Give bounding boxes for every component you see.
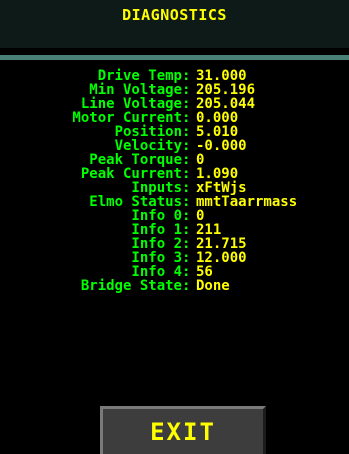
diag-label: Elmo Status xyxy=(89,194,182,210)
exit-button[interactable]: EXIT xyxy=(100,406,266,454)
diag-row-inputs: Inputs : xFtWjs xyxy=(0,181,349,195)
diag-label: Drive Temp xyxy=(97,68,182,84)
diag-label: Info 1 xyxy=(131,222,182,238)
diag-separator: : xyxy=(182,250,191,266)
diag-value: 0.000 xyxy=(196,110,239,126)
diag-row-info-0: Info 0 : 0 xyxy=(0,209,349,223)
diag-value: 0 xyxy=(196,152,205,168)
diag-value: 21.715 xyxy=(196,236,247,252)
diag-row-elmo-status: Elmo Status : mmtTaarrmass xyxy=(0,195,349,209)
diag-row-peak-torque: Peak Torque : 0 xyxy=(0,153,349,167)
diag-separator: : xyxy=(182,68,191,84)
diag-value: 0 xyxy=(196,208,205,224)
diag-row-peak-current: Peak Current : 1.090 xyxy=(0,167,349,181)
diag-separator: : xyxy=(182,222,191,238)
diag-value: Done xyxy=(196,278,230,294)
diag-separator: : xyxy=(182,194,191,210)
diag-value: 12.000 xyxy=(196,250,247,266)
diag-label: Min Voltage xyxy=(89,82,182,98)
diag-value: 56 xyxy=(196,264,213,280)
diag-label: Inputs xyxy=(131,180,182,196)
diag-label: Info 4 xyxy=(131,264,182,280)
diag-row-drive-temp: Drive Temp : 31.000 xyxy=(0,69,349,83)
diag-value: 205.196 xyxy=(196,82,256,98)
diag-separator: : xyxy=(182,278,191,294)
diag-value: mmtTaarrmass xyxy=(196,194,298,210)
diag-separator: : xyxy=(182,124,191,140)
page-title: DIAGNOSTICS xyxy=(122,6,227,24)
diag-separator: : xyxy=(182,96,191,112)
diag-row-position: Position : 5.010 xyxy=(0,125,349,139)
diag-label: Info 2 xyxy=(131,236,182,252)
diag-value: 5.010 xyxy=(196,124,239,140)
diag-row-info-3: Info 3 : 12.000 xyxy=(0,251,349,265)
diag-separator: : xyxy=(182,180,191,196)
diag-row-bridge-state: Bridge State : Done xyxy=(0,279,349,293)
diag-label: Motor Current xyxy=(72,110,182,126)
diag-row-info-1: Info 1 : 211 xyxy=(0,223,349,237)
diag-separator: : xyxy=(182,152,191,168)
diag-label: Info 3 xyxy=(131,250,182,266)
diagnostics-list: Drive Temp : 31.000 Min Voltage : 205.19… xyxy=(0,69,349,293)
diag-row-line-voltage: Line Voltage : 205.044 xyxy=(0,97,349,111)
diag-label: Line Voltage xyxy=(80,96,182,112)
diag-value: 205.044 xyxy=(196,96,256,112)
diag-separator: : xyxy=(182,138,191,154)
diag-separator: : xyxy=(182,208,191,224)
diag-separator: : xyxy=(182,166,191,182)
diag-separator: : xyxy=(182,82,191,98)
diag-row-min-voltage: Min Voltage : 205.196 xyxy=(0,83,349,97)
diag-row-info-2: Info 2 : 21.715 xyxy=(0,237,349,251)
diag-label: Info 0 xyxy=(131,208,182,224)
diag-value: 31.000 xyxy=(196,68,247,84)
diag-value: 1.090 xyxy=(196,166,239,182)
diag-separator: : xyxy=(182,236,191,252)
diag-row-motor-current: Motor Current : 0.000 xyxy=(0,111,349,125)
diag-value: -0.000 xyxy=(196,138,247,154)
diag-label: Velocity xyxy=(114,138,182,154)
diag-label: Position xyxy=(114,124,182,140)
diag-separator: : xyxy=(182,264,191,280)
diag-label: Bridge State xyxy=(80,278,182,294)
diag-value: xFtWjs xyxy=(196,180,247,196)
header-divider xyxy=(0,55,349,60)
diag-label: Peak Torque xyxy=(89,152,182,168)
diag-value: 211 xyxy=(196,222,222,238)
header-bar: DIAGNOSTICS xyxy=(0,0,349,48)
diag-label: Peak Current xyxy=(80,166,182,182)
diag-row-velocity: Velocity : -0.000 xyxy=(0,139,349,153)
diag-row-info-4: Info 4 : 56 xyxy=(0,265,349,279)
diag-separator: : xyxy=(182,110,191,126)
